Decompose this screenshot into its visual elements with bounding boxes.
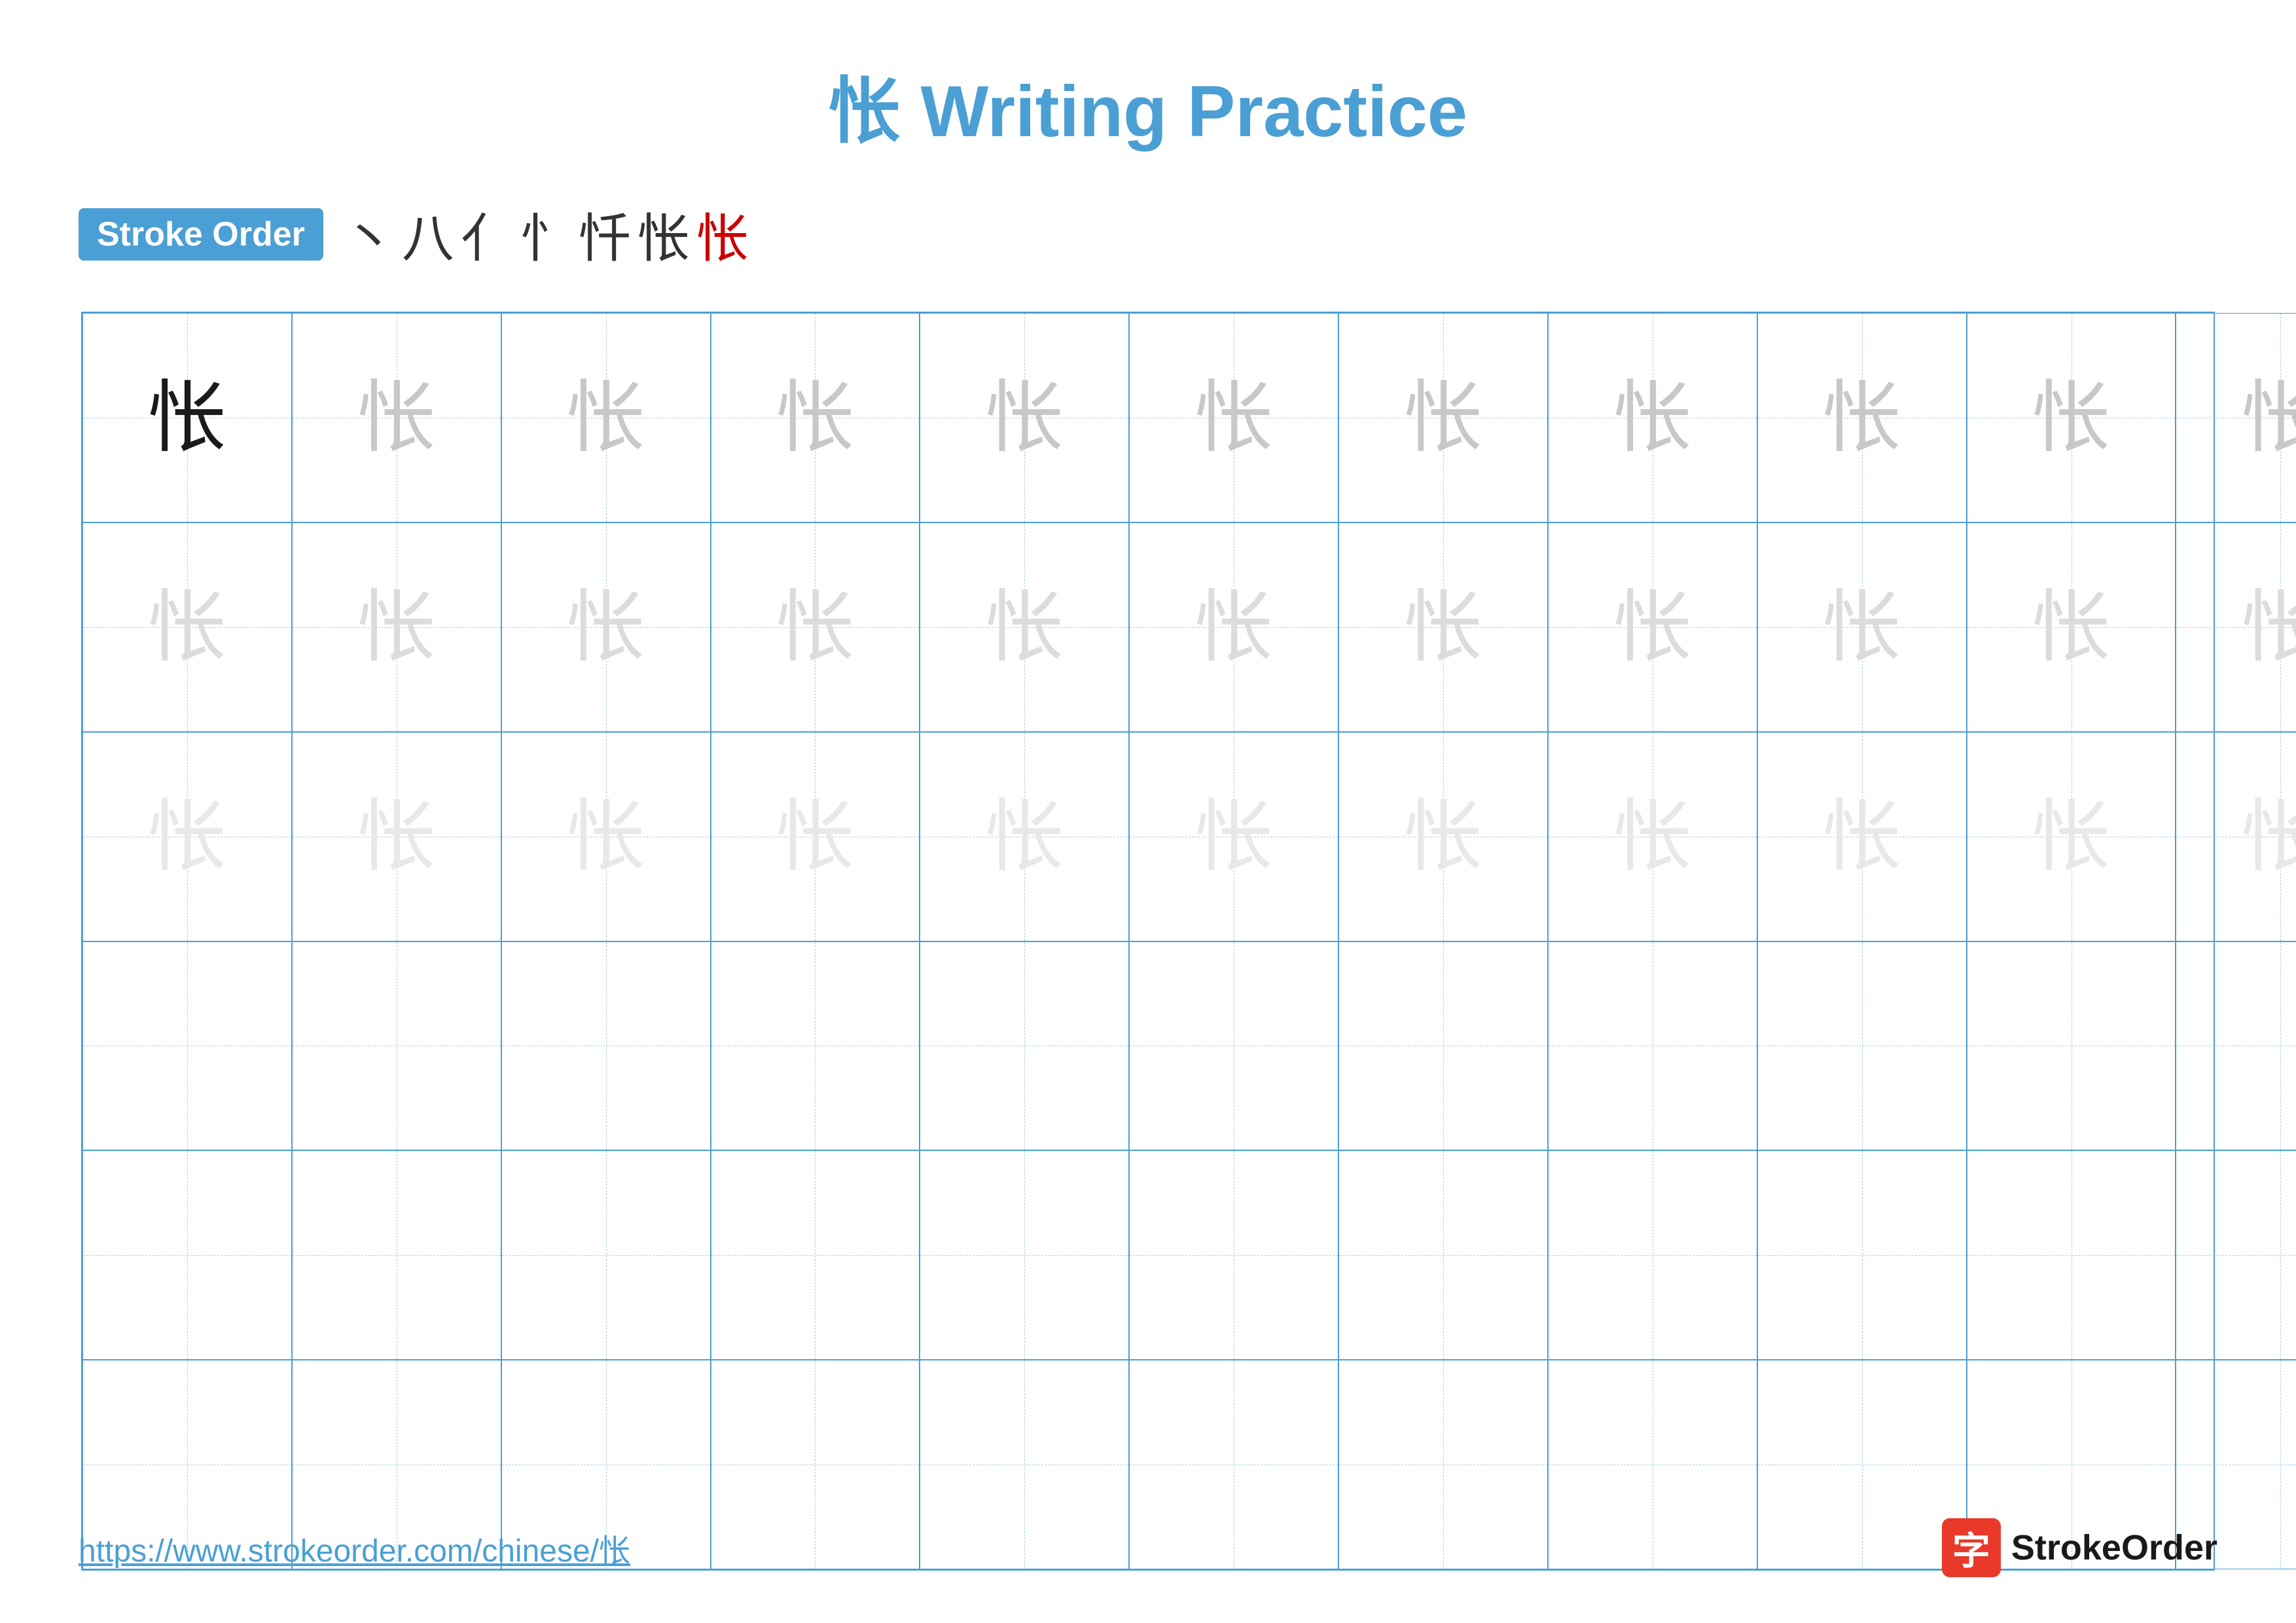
grid-cell-r3c11[interactable]: 怅 — [2176, 732, 2296, 941]
grid-cell-r2c1[interactable]: 怅 — [82, 522, 292, 732]
grid-cell-r2c4[interactable]: 怅 — [711, 522, 920, 732]
practice-grid: 怅 怅 怅 怅 怅 怅 怅 怅 怅 怅 怅 怅 怅 怅 怅 怅 怅 怅 怅 怅 … — [81, 312, 2215, 1571]
grid-cell-r4c1[interactable] — [82, 941, 292, 1151]
grid-cell-r1c7[interactable]: 怅 — [1338, 313, 1548, 522]
grid-cell-r3c3[interactable]: 怅 — [501, 732, 711, 941]
grid-cell-r5c9[interactable] — [1757, 1150, 1967, 1360]
stroke-7: 怅 — [696, 196, 749, 272]
grid-cell-r5c11[interactable] — [2176, 1150, 2296, 1360]
footer-logo-text: StrokeOrder — [2011, 1527, 2217, 1568]
grid-cell-r4c10[interactable] — [1967, 941, 2176, 1151]
grid-cell-r1c5[interactable]: 怅 — [920, 313, 1129, 522]
stroke-order-badge: Stroke Order — [79, 208, 323, 261]
stroke-1: 丶 — [343, 196, 395, 272]
grid-cell-r1c2[interactable]: 怅 — [292, 313, 501, 522]
stroke-5: 忏 — [579, 196, 631, 272]
grid-cell-r3c10[interactable]: 怅 — [1967, 732, 2176, 941]
grid-cell-r4c5[interactable] — [920, 941, 1129, 1151]
grid-cell-r5c8[interactable] — [1548, 1150, 1757, 1360]
grid-cell-r3c5[interactable]: 怅 — [920, 732, 1129, 941]
grid-cell-r4c7[interactable] — [1338, 941, 1548, 1151]
grid-cell-r1c3[interactable]: 怅 — [501, 313, 711, 522]
grid-cell-r2c6[interactable]: 怅 — [1129, 522, 1338, 732]
grid-cell-r2c9[interactable]: 怅 — [1757, 522, 1967, 732]
strokeorder-logo-icon: 字 — [1942, 1518, 2001, 1577]
grid-cell-r1c4[interactable]: 怅 — [711, 313, 920, 522]
grid-cell-r1c9[interactable]: 怅 — [1757, 313, 1967, 522]
stroke-6: 怅 — [637, 196, 690, 272]
grid-cell-r1c11[interactable]: 怅 — [2176, 313, 2296, 522]
grid-cell-r4c3[interactable] — [501, 941, 711, 1151]
stroke-sequence: 丶 八 亻 忄 忏 怅 怅 — [343, 196, 749, 272]
stroke-2: 八 — [402, 196, 454, 272]
grid-cell-r5c1[interactable] — [82, 1150, 292, 1360]
grid-cell-r3c2[interactable]: 怅 — [292, 732, 501, 941]
grid-cell-r5c6[interactable] — [1129, 1150, 1338, 1360]
grid-cell-r5c5[interactable] — [920, 1150, 1129, 1360]
grid-cell-r1c8[interactable]: 怅 — [1548, 313, 1757, 522]
grid-cell-r1c10[interactable]: 怅 — [1967, 313, 2176, 522]
grid-cell-r5c10[interactable] — [1967, 1150, 2176, 1360]
grid-cell-r5c7[interactable] — [1338, 1150, 1548, 1360]
grid-cell-r2c10[interactable]: 怅 — [1967, 522, 2176, 732]
grid-cell-r4c2[interactable] — [292, 941, 501, 1151]
grid-cell-r1c6[interactable]: 怅 — [1129, 313, 1338, 522]
grid-cell-r2c2[interactable]: 怅 — [292, 522, 501, 732]
stroke-order-row: Stroke Order 丶 八 亻 忄 忏 怅 怅 — [79, 196, 749, 272]
footer-url[interactable]: https://www.strokeorder.com/chinese/怅 — [79, 1525, 630, 1571]
grid-cell-r1c1[interactable]: 怅 — [82, 313, 292, 522]
grid-cell-r2c8[interactable]: 怅 — [1548, 522, 1757, 732]
grid-cell-r4c4[interactable] — [711, 941, 920, 1151]
char-dark: 怅 — [148, 378, 226, 457]
grid-cell-r3c6[interactable]: 怅 — [1129, 732, 1338, 941]
grid-cell-r3c1[interactable]: 怅 — [82, 732, 292, 941]
grid-cell-r2c7[interactable]: 怅 — [1338, 522, 1548, 732]
footer-logo: 字 StrokeOrder — [1942, 1518, 2217, 1577]
grid-cell-r4c6[interactable] — [1129, 941, 1338, 1151]
grid-cell-r5c3[interactable] — [501, 1150, 711, 1360]
stroke-3: 亻 — [461, 196, 513, 272]
page-title: 怅 Writing Practice — [829, 52, 1467, 157]
footer: https://www.strokeorder.com/chinese/怅 字 … — [79, 1518, 2217, 1577]
grid-cell-r3c8[interactable]: 怅 — [1548, 732, 1757, 941]
grid-cell-r4c8[interactable] — [1548, 941, 1757, 1151]
grid-cell-r5c4[interactable] — [711, 1150, 920, 1360]
stroke-4: 忄 — [520, 196, 572, 272]
grid-cell-r3c7[interactable]: 怅 — [1338, 732, 1548, 941]
grid-cell-r2c3[interactable]: 怅 — [501, 522, 711, 732]
grid-cell-r3c9[interactable]: 怅 — [1757, 732, 1967, 941]
grid-cell-r2c11[interactable]: 怅 — [2176, 522, 2296, 732]
grid-cell-r4c11[interactable] — [2176, 941, 2296, 1151]
grid-cell-r3c4[interactable]: 怅 — [711, 732, 920, 941]
grid-cell-r4c9[interactable] — [1757, 941, 1967, 1151]
grid-cell-r5c2[interactable] — [292, 1150, 501, 1360]
grid-cell-r2c5[interactable]: 怅 — [920, 522, 1129, 732]
